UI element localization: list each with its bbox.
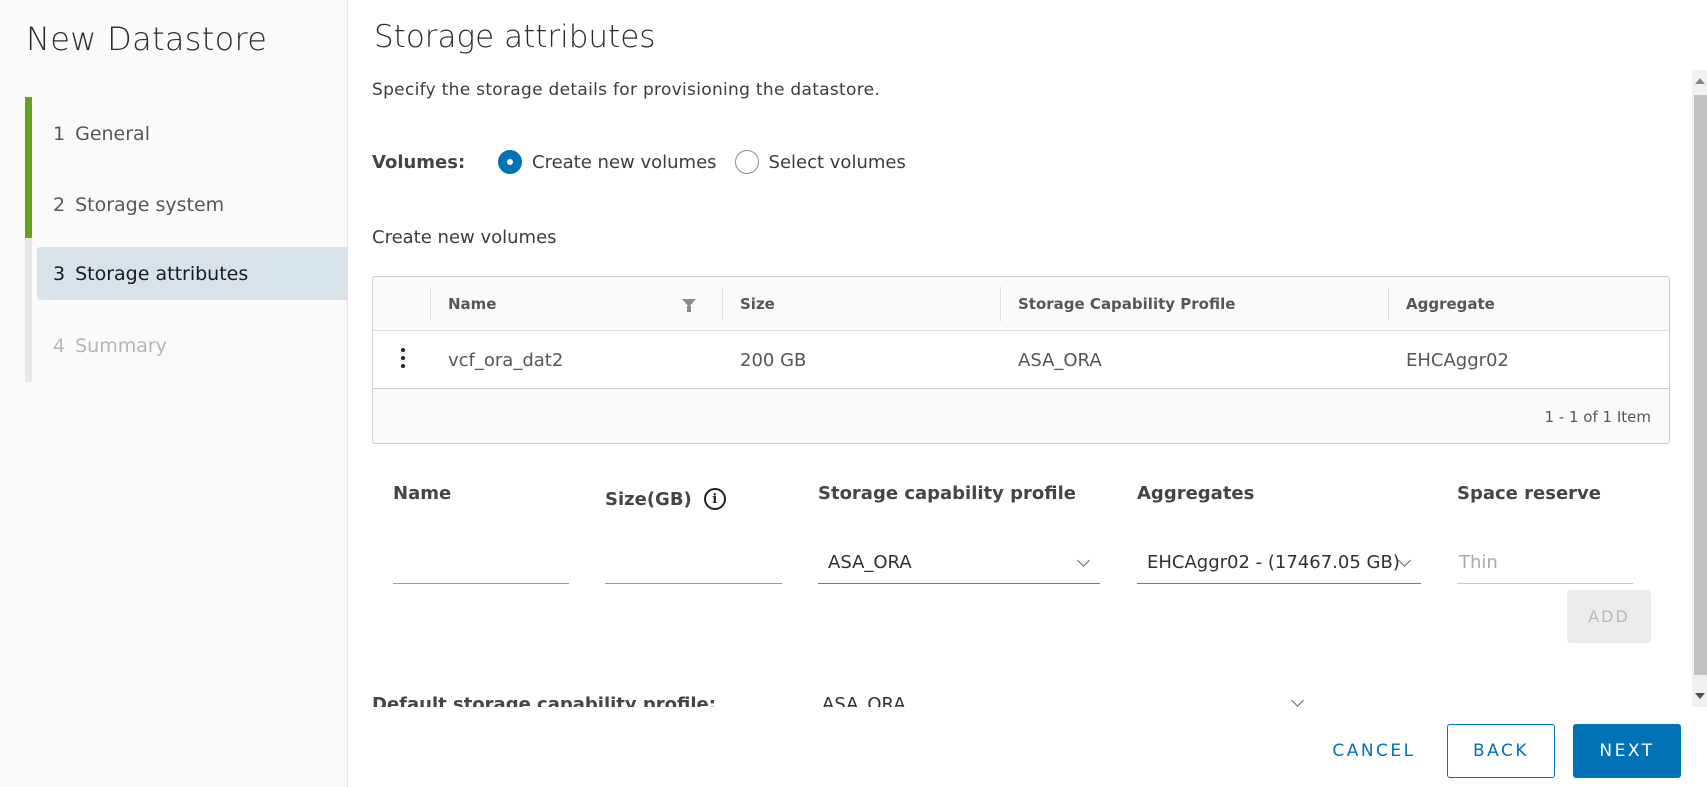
select-value: ASA_ORA bbox=[822, 693, 906, 708]
chevron-down-icon bbox=[1291, 694, 1304, 707]
default-profile-row: Default storage capability profile: ASA_… bbox=[372, 690, 1322, 707]
name-label: Name bbox=[393, 483, 452, 504]
column-separator bbox=[1000, 287, 1001, 321]
step-label: Summary bbox=[75, 334, 167, 357]
scrollbar-thumb[interactable] bbox=[1694, 95, 1707, 675]
table-footer: 1 - 1 of 1 Item bbox=[373, 389, 1669, 443]
wizard-content: Storage attributes Specify the storage d… bbox=[349, 0, 1707, 787]
radio-label: Select volumes bbox=[768, 151, 906, 173]
volume-name-input[interactable] bbox=[393, 542, 569, 584]
size-label-group: Size(GB) i bbox=[605, 488, 726, 510]
column-separator bbox=[722, 287, 723, 321]
radio-unchecked-icon[interactable] bbox=[734, 150, 759, 174]
cell-name: vcf_ora_dat2 bbox=[448, 349, 564, 371]
cell-profile: ASA_ORA bbox=[1018, 349, 1102, 371]
vertical-scrollbar[interactable] bbox=[1692, 70, 1707, 707]
step-label: Storage system bbox=[75, 193, 225, 216]
scroll-area: Specify the storage details for provisio… bbox=[349, 70, 1707, 707]
volumes-table: Name Size Storage Capability Profile Agg… bbox=[372, 276, 1670, 444]
column-header-label: Aggregate bbox=[1406, 295, 1495, 313]
profile-label: Storage capability profile bbox=[818, 483, 1077, 504]
aggregates-select[interactable]: EHCAggr02 - (17467.05 GB) bbox=[1137, 542, 1421, 584]
column-header-size[interactable]: Size bbox=[722, 277, 1000, 331]
space-reserve-value: Thin bbox=[1459, 552, 1498, 573]
pagination-text: 1 - 1 of 1 Item bbox=[1544, 408, 1652, 426]
column-header-aggregate[interactable]: Aggregate bbox=[1388, 277, 1669, 331]
cell-size: 200 GB bbox=[740, 349, 807, 371]
radio-label: Create new volumes bbox=[532, 151, 717, 173]
storage-profile-select[interactable]: ASA_ORA bbox=[818, 542, 1100, 584]
step-label: Storage attributes bbox=[75, 262, 249, 285]
cancel-button[interactable]: CANCEL bbox=[1319, 724, 1429, 778]
volumes-radio-group: Volumes: Create new volumes Select volum… bbox=[372, 150, 924, 174]
column-header-label: Name bbox=[448, 295, 497, 313]
select-value: EHCAggr02 - (17467.05 GB) bbox=[1147, 552, 1400, 573]
radio-create-new-volumes[interactable]: Create new volumes bbox=[498, 150, 717, 174]
filter-icon[interactable] bbox=[682, 299, 696, 312]
step-number: 4 bbox=[53, 334, 66, 357]
step-number: 2 bbox=[53, 193, 66, 216]
space-reserve-field: Thin bbox=[1457, 542, 1633, 584]
page-description: Specify the storage details for provisio… bbox=[372, 80, 881, 100]
table-header: Name Size Storage Capability Profile Agg… bbox=[373, 277, 1669, 331]
select-value: ASA_ORA bbox=[828, 552, 912, 573]
step-number: 1 bbox=[53, 122, 66, 145]
column-separator bbox=[1388, 287, 1389, 321]
column-header-profile[interactable]: Storage Capability Profile bbox=[1000, 277, 1388, 331]
scroll-down-icon[interactable] bbox=[1695, 693, 1705, 699]
step-storage-system[interactable]: 2 Storage system bbox=[37, 178, 348, 231]
volume-size-input[interactable] bbox=[605, 542, 782, 584]
step-summary: 4 Summary bbox=[37, 319, 348, 372]
size-label: Size(GB) bbox=[605, 488, 692, 510]
volumes-label: Volumes: bbox=[372, 151, 466, 173]
next-button[interactable]: NEXT bbox=[1573, 724, 1681, 778]
back-button[interactable]: BACK bbox=[1447, 724, 1555, 778]
column-header-name[interactable]: Name bbox=[430, 277, 722, 331]
column-header-label: Storage Capability Profile bbox=[1018, 295, 1236, 313]
default-profile-select[interactable]: ASA_ORA bbox=[822, 690, 1322, 707]
wizard-title: New Datastore bbox=[26, 20, 268, 58]
wizard-sidebar: New Datastore 1 General 2 Storage system… bbox=[0, 0, 348, 787]
section-label: Create new volumes bbox=[372, 227, 557, 248]
step-storage-attributes[interactable]: 3 Storage attributes bbox=[37, 247, 348, 300]
step-progress-done bbox=[25, 97, 32, 238]
column-header-label: Size bbox=[740, 295, 775, 313]
column-separator bbox=[430, 287, 431, 321]
add-volume-button[interactable]: ADD bbox=[1567, 590, 1651, 643]
scroll-up-icon[interactable] bbox=[1695, 78, 1705, 84]
step-general[interactable]: 1 General bbox=[37, 107, 348, 160]
table-row: vcf_ora_dat2 200 GB ASA_ORA EHCAggr02 bbox=[373, 331, 1669, 389]
space-reserve-label: Space reserve bbox=[1457, 483, 1601, 504]
chevron-down-icon bbox=[1077, 554, 1090, 567]
row-actions-icon[interactable] bbox=[399, 348, 407, 372]
info-icon[interactable]: i bbox=[703, 488, 726, 510]
radio-select-volumes[interactable]: Select volumes bbox=[734, 150, 906, 174]
aggregates-label: Aggregates bbox=[1137, 483, 1255, 504]
radio-checked-icon[interactable] bbox=[498, 150, 522, 174]
cell-aggregate: EHCAggr02 bbox=[1406, 349, 1509, 371]
step-label: General bbox=[75, 122, 150, 145]
page-title: Storage attributes bbox=[374, 19, 656, 55]
step-number: 3 bbox=[53, 262, 66, 285]
default-profile-label: Default storage capability profile: bbox=[372, 693, 716, 708]
